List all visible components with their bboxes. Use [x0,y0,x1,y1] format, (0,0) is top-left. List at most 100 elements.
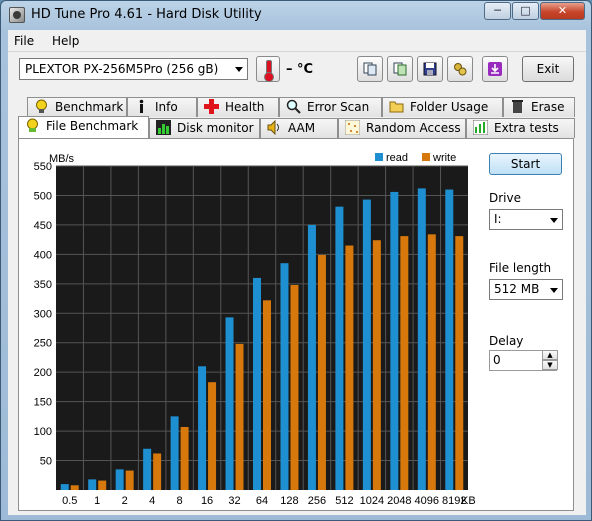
tab-extra-tests[interactable]: Extra tests [466,118,575,138]
window-title: HD Tune Pro 4.61 - Hard Disk Utility [31,7,262,22]
bar-read [307,224,316,490]
y-tick-label: 200 [34,367,52,379]
tab-folder-usage-label: Folder Usage [410,100,489,114]
x-tick-label: 256 [308,495,326,507]
tab-folder-usage[interactable]: Folder Usage [382,97,503,117]
x-tick-label: 64 [256,495,268,507]
title-bar[interactable]: HD Tune Pro 4.61 - Hard Disk Utility ─ □… [1,1,591,29]
bar-read [225,317,234,490]
options-icon [454,63,467,76]
bar-read [88,479,97,490]
magnifier-icon [286,99,301,114]
legend-read-swatch [375,153,383,161]
tab-disk-monitor[interactable]: Disk monitor [149,118,260,138]
bar-read [60,484,69,490]
main-client: PLEXTOR PX-256M5Pro (256 gB) – °C Exit B… [8,52,586,515]
temperature-readout: – °C [286,62,314,77]
maximize-button[interactable]: □ [512,2,539,20]
chevron-down-icon [235,67,243,72]
tab-aam[interactable]: AAM [260,118,338,138]
y-axis-label: MB/s [49,153,75,165]
bar-write [180,426,189,490]
x-tick-label: 0.5 [62,495,77,507]
x-tick-label: 128 [280,495,298,507]
options-button[interactable] [447,56,473,82]
tab-extra-tests-label: Extra tests [494,121,559,135]
file-length-dropdown[interactable]: 512 MB [489,279,563,300]
tab-random-access-label: Random Access [366,121,461,135]
spin-up-icon[interactable]: ▲ [542,350,558,360]
bar-chart-icon [156,120,171,135]
y-tick-label: 350 [34,279,52,291]
delay-stepper[interactable]: ▲ ▼ [542,350,558,371]
x-tick-label: 512 [335,495,353,507]
file-benchmark-icon [27,118,38,132]
save-button[interactable] [417,56,443,82]
spin-down-icon[interactable]: ▼ [542,360,558,370]
exit-button[interactable]: Exit [522,56,574,82]
bar-write [263,300,271,490]
bar-write [70,485,79,490]
file-benchmark-panel: 50 100 150 200 250 300 350 400 450 500 550 0.5 1 2 4 8… [18,138,574,511]
bar-write [317,254,326,490]
bar-write [153,453,162,490]
drive-letter-dropdown[interactable]: I: [489,209,563,230]
start-button[interactable]: Start [489,153,562,175]
bar-write [345,245,354,490]
tab-health-label: Health [225,100,265,114]
drive-dropdown[interactable]: PLEXTOR PX-256M5Pro (256 gB) [19,58,248,80]
download-button[interactable] [482,56,508,82]
x-tick-label: 32 [228,495,240,507]
bar-write [400,236,409,490]
bar-read [143,448,152,490]
chart-legend: read write [375,152,456,164]
tab-file-benchmark[interactable]: File Benchmark [18,116,149,138]
random-dots-icon [345,120,360,135]
trash-icon [512,100,523,113]
copy-button[interactable] [357,56,383,82]
tab-info-label: Info [155,100,178,114]
speaker-icon [267,120,279,135]
x-tick-label: 1 [94,495,100,507]
legend-write-swatch [422,153,430,161]
x-tick-label: 2 [122,495,128,507]
legend-read-label: read [386,152,408,164]
tab-error-scan[interactable]: Error Scan [279,97,382,117]
bar-write [125,470,134,490]
bar-write [427,234,436,490]
menu-help[interactable]: Help [52,34,79,48]
menu-file[interactable]: File [14,34,34,48]
x-tick-label: 1024 [360,495,384,507]
health-cross-icon [204,99,219,114]
tab-random-access[interactable]: Random Access [338,118,466,138]
extra-tests-icon [473,120,488,135]
bar-write [290,284,299,490]
bar-write [98,480,107,490]
y-tick-label: 250 [34,338,52,350]
bar-write [235,343,244,490]
bar-read [445,189,454,490]
tab-health[interactable]: Health [197,97,279,117]
x-tick-label: 2048 [387,495,411,507]
copy-screenshot-button[interactable] [387,56,413,82]
bar-write [208,382,217,490]
save-icon [423,62,437,76]
tab-erase[interactable]: Erase [503,97,575,117]
close-button[interactable]: ✕ [540,2,585,20]
x-tick-label: 16 [201,495,213,507]
y-tick-label: 100 [34,426,52,438]
tab-file-benchmark-label: File Benchmark [46,119,139,133]
bar-read [115,469,124,490]
y-tick-label: 450 [34,220,52,232]
tab-benchmark[interactable]: Benchmark [27,97,127,117]
tab-erase-label: Erase [531,100,565,114]
copy-icon [363,62,377,76]
minimize-button[interactable]: ─ [484,2,511,20]
bar-read [362,199,371,490]
copy-screenshot-icon [393,62,407,76]
tab-info[interactable]: Info [127,97,197,117]
y-tick-label: 500 [34,190,52,202]
app-icon [9,7,25,23]
app-window: HD Tune Pro 4.61 - Hard Disk Utility ─ □… [0,0,592,521]
x-tick-label: 4 [149,495,155,507]
